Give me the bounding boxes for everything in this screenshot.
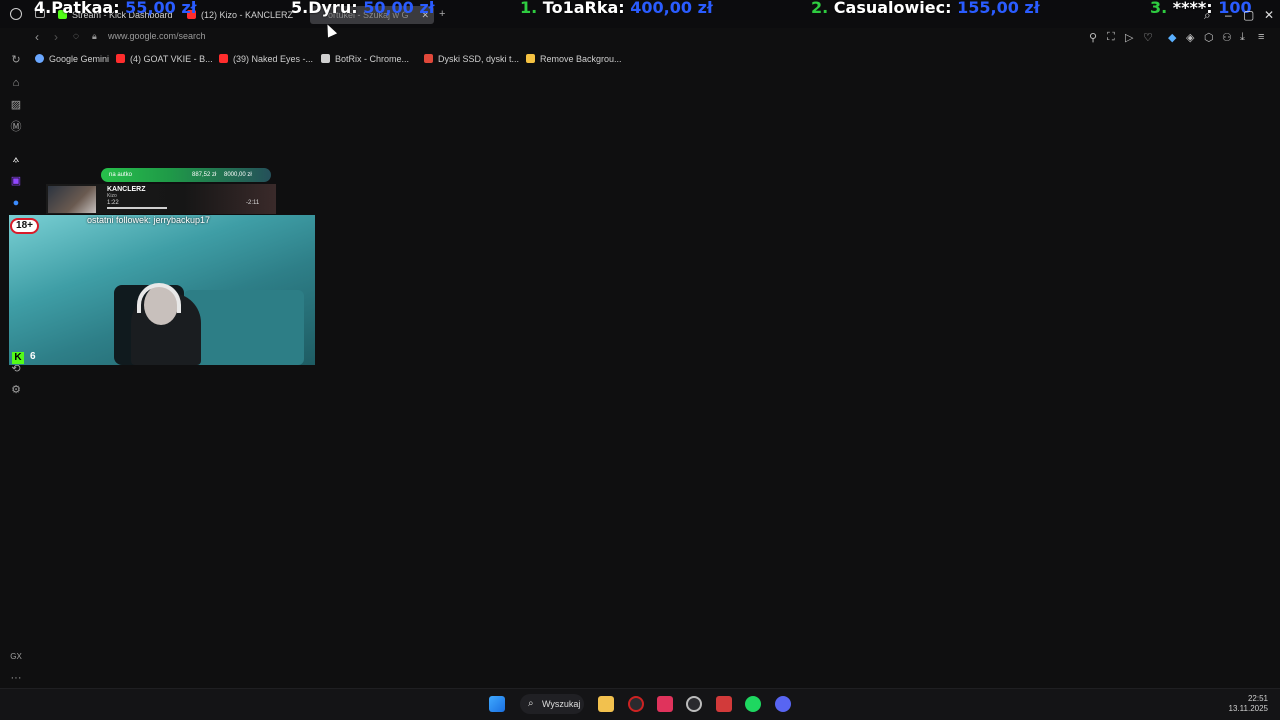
- bed: [184, 290, 304, 365]
- history-icon[interactable]: ↻: [10, 54, 22, 66]
- bookmark-naked-eyes[interactable]: (39) Naked Eyes -...: [219, 53, 313, 65]
- donation-goal-label: na autko: [109, 172, 133, 178]
- app-pink-icon[interactable]: [657, 696, 673, 712]
- bookmark-remove-background[interactable]: Remove Backgrou...: [526, 53, 622, 65]
- bookmark-dyski-ssd[interactable]: Dyski SSD, dyski t...: [424, 53, 519, 65]
- file-explorer-icon[interactable]: [598, 696, 614, 712]
- more-icon[interactable]: ···: [10, 672, 22, 684]
- gemini-icon: [35, 54, 44, 63]
- ticker-entry: 1. To1aRka: 400,00 zł: [520, 0, 713, 17]
- track-elapsed: 1:22: [107, 200, 119, 206]
- player-icon[interactable]: ▷: [1125, 31, 1133, 44]
- clock-time: 22:51: [1247, 694, 1268, 703]
- bookmark-goat-vkie[interactable]: (4) GOAT VKIE - B...: [116, 53, 213, 65]
- close-window-icon[interactable]: ✕: [1264, 8, 1274, 22]
- extension-blue-icon[interactable]: ◆: [1168, 31, 1176, 44]
- last-follower-label: ostatni followek: jerrybackup17: [87, 215, 211, 225]
- remove-bg-icon: [526, 54, 535, 63]
- track-progress-bar: [107, 207, 167, 209]
- ticker-entry: 3. ****: 100: [1150, 0, 1252, 17]
- discord-icon[interactable]: [775, 696, 791, 712]
- windows-start-icon[interactable]: [489, 696, 505, 712]
- loading-spinner-icon[interactable]: ◌: [73, 31, 79, 42]
- botrix-icon: [321, 54, 330, 63]
- wallpaper-icon[interactable]: ▨: [10, 99, 22, 111]
- album-art: [48, 186, 96, 213]
- webcam-feed: [9, 215, 315, 365]
- settings-icon[interactable]: ⚙: [10, 384, 22, 396]
- track-remaining: -2:11: [246, 200, 260, 206]
- aria-icon[interactable]: ⟑: [10, 153, 22, 165]
- viewer-count: 6: [30, 351, 36, 362]
- spotify-icon[interactable]: [745, 696, 761, 712]
- shopping-icon[interactable]: ⌂: [10, 77, 22, 89]
- donation-goal-progress: 887,52 zł: [192, 172, 217, 178]
- youtube-icon: [219, 54, 228, 63]
- gx-label[interactable]: GX: [9, 651, 23, 663]
- lock-icon: 🔒︎: [92, 31, 97, 41]
- search-tabs-icon[interactable]: ⌕: [1204, 8, 1211, 23]
- track-title: KANCLERZ: [107, 186, 146, 193]
- bookmark-botrix[interactable]: BotRix - Chrome...: [321, 53, 409, 65]
- pin-icon[interactable]: ⚲: [1089, 31, 1097, 44]
- download-icon[interactable]: ⤓: [1240, 31, 1245, 44]
- opera-gx-icon[interactable]: [628, 696, 644, 712]
- maximize-icon[interactable]: ▢: [1243, 8, 1254, 22]
- age-rating-badge: 18+: [10, 218, 39, 234]
- minimize-icon[interactable]: –: [1225, 8, 1232, 22]
- bookmark-google-gemini[interactable]: Google Gemini: [35, 53, 109, 65]
- favorite-icon[interactable]: ♡: [1143, 31, 1153, 44]
- ticker-entry: 5.Dyru: 50,00 zł: [291, 0, 435, 17]
- donation-ticker: 4.Patkaa: 55,00 zł 5.Dyru: 50,00 zł 1. T…: [0, 0, 1280, 20]
- kick-logo-icon: K: [12, 352, 24, 364]
- wintoys-icon[interactable]: [716, 696, 732, 712]
- system-clock[interactable]: 22:51 13.11.2025: [1229, 694, 1268, 714]
- back-icon[interactable]: ‹: [35, 30, 39, 44]
- gx-mods-icon[interactable]: Ⓜ: [10, 121, 22, 133]
- donation-goal-target: 8000,00 zł: [224, 172, 252, 178]
- obs-icon[interactable]: [686, 696, 702, 712]
- ticker-entry: 4.Patkaa: 55,00 zł: [34, 0, 197, 17]
- youtube-icon: [116, 54, 125, 63]
- profile-icon[interactable]: ⚇: [1222, 31, 1232, 44]
- forward-icon[interactable]: ›: [54, 30, 58, 44]
- puzzle-icon[interactable]: ⬡: [1204, 31, 1214, 44]
- menu-icon[interactable]: ≡: [1258, 31, 1264, 43]
- ticker-entry: 2. Casualowiec: 155,00 zł: [811, 0, 1040, 17]
- search-icon: ⌕: [528, 698, 534, 709]
- extension-icon[interactable]: ◈: [1186, 31, 1194, 44]
- taskbar-search[interactable]: ⌕ Wyszukaj: [520, 694, 584, 714]
- twitch-icon[interactable]: ▣: [10, 175, 22, 187]
- track-artist: Kizo: [107, 193, 117, 199]
- clock-date: 13.11.2025: [1228, 704, 1268, 713]
- address-bar[interactable]: www.google.com/search: [108, 31, 206, 41]
- shop-icon: [424, 54, 433, 63]
- snapshot-icon[interactable]: ⛶: [1107, 31, 1115, 44]
- donation-goal-bar: na autko 887,52 zł 8000,00 zł: [101, 168, 271, 182]
- messenger-icon[interactable]: ●: [10, 197, 22, 209]
